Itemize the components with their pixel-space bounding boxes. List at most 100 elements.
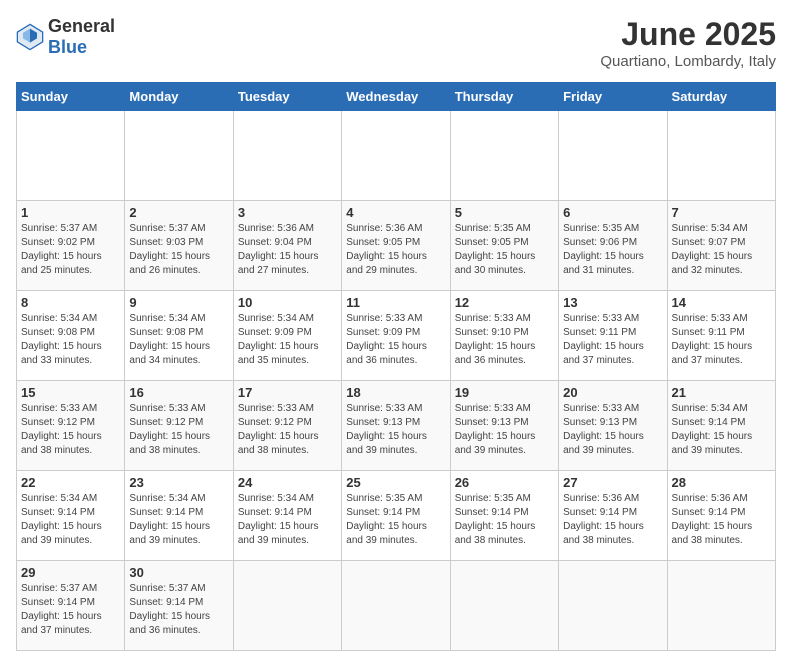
calendar-cell: 24Sunrise: 5:34 AMSunset: 9:14 PMDayligh… — [233, 471, 341, 561]
day-info: Sunrise: 5:33 AMSunset: 9:13 PMDaylight:… — [455, 402, 554, 458]
col-friday: Friday — [559, 83, 667, 111]
day-number: 18 — [346, 385, 445, 400]
calendar-cell — [450, 111, 558, 201]
day-number: 28 — [672, 475, 771, 490]
day-number: 22 — [21, 475, 120, 490]
day-info: Sunrise: 5:35 AMSunset: 9:14 PMDaylight:… — [346, 492, 445, 548]
calendar-cell: 23Sunrise: 5:34 AMSunset: 9:14 PMDayligh… — [125, 471, 233, 561]
day-number: 13 — [563, 295, 662, 310]
calendar-cell: 22 Sunrise: 5:34 AMSunset: 9:14 PMDayligh… — [17, 471, 125, 561]
day-info: Sunrise: 5:35 AMSunset: 9:05 PMDaylight:… — [455, 222, 554, 278]
day-info: Sunrise: 5:35 AMSunset: 9:14 PMDaylight:… — [455, 492, 554, 548]
calendar-cell — [233, 111, 341, 201]
logo: General Blue — [16, 16, 115, 58]
col-wednesday: Wednesday — [342, 83, 450, 111]
calendar-table: Sunday Monday Tuesday Wednesday Thursday… — [16, 82, 776, 651]
logo-blue: Blue — [48, 37, 87, 57]
day-info: Sunrise: 5:33 AMSunset: 9:13 PMDaylight:… — [346, 402, 445, 458]
logo-general: General — [48, 16, 115, 36]
col-tuesday: Tuesday — [233, 83, 341, 111]
calendar-cell — [559, 111, 667, 201]
day-info: Sunrise: 5:33 AMSunset: 9:10 PMDaylight:… — [455, 312, 554, 368]
calendar-cell: 17 Sunrise: 5:33 AMSunset: 9:12 PMDayligh… — [233, 381, 341, 471]
day-info: Sunrise: 5:36 AMSunset: 9:14 PMDaylight:… — [672, 492, 771, 548]
calendar-cell — [667, 561, 775, 651]
col-monday: Monday — [125, 83, 233, 111]
day-info: Sunrise: 5:36 AMSunset: 9:04 PMDaylight:… — [238, 222, 337, 278]
calendar-cell: 13 Sunrise: 5:33 AMSunset: 9:11 PMDayligh… — [559, 291, 667, 381]
day-number: 4 — [346, 205, 445, 220]
calendar-cell: 25Sunrise: 5:35 AMSunset: 9:14 PMDayligh… — [342, 471, 450, 561]
day-info: Sunrise: 5:34 AMSunset: 9:09 PMDaylight:… — [238, 312, 337, 368]
logo-text: General Blue — [48, 16, 115, 58]
calendar-cell: 5Sunrise: 5:35 AMSunset: 9:05 PMDaylight… — [450, 201, 558, 291]
calendar-cell: 15 Sunrise: 5:33 AMSunset: 9:12 PMDayligh… — [17, 381, 125, 471]
calendar-cell: 27 Sunrise: 5:36 AMSunset: 9:14 PMDayligh… — [559, 471, 667, 561]
calendar-header-row: Sunday Monday Tuesday Wednesday Thursday… — [17, 83, 776, 111]
calendar-cell: 16Sunrise: 5:33 AMSunset: 9:12 PMDayligh… — [125, 381, 233, 471]
day-number: 26 — [455, 475, 554, 490]
day-number: 24 — [238, 475, 337, 490]
day-info: Sunrise: 5:36 AMSunset: 9:14 PMDaylight:… — [563, 492, 662, 548]
day-info: Sunrise: 5:33 AMSunset: 9:11 PMDaylight:… — [563, 312, 662, 368]
calendar-title: June 2025 — [600, 16, 776, 53]
calendar-cell: 12 Sunrise: 5:33 AMSunset: 9:10 PMDayligh… — [450, 291, 558, 381]
calendar-week-4: 15 Sunrise: 5:33 AMSunset: 9:12 PMDayligh… — [17, 381, 776, 471]
calendar-cell: 30 Sunrise: 5:37 AMSunset: 9:14 PMDayligh… — [125, 561, 233, 651]
calendar-cell: 26 Sunrise: 5:35 AMSunset: 9:14 PMDayligh… — [450, 471, 558, 561]
calendar-cell — [450, 561, 558, 651]
day-number: 17 — [238, 385, 337, 400]
day-info: Sunrise: 5:35 AMSunset: 9:06 PMDaylight:… — [563, 222, 662, 278]
calendar-cell: 14Sunrise: 5:33 AMSunset: 9:11 PMDayligh… — [667, 291, 775, 381]
calendar-subtitle: Quartiano, Lombardy, Italy — [600, 53, 776, 70]
day-number: 3 — [238, 205, 337, 220]
calendar-cell: 3 Sunrise: 5:36 AMSunset: 9:04 PMDaylight… — [233, 201, 341, 291]
col-sunday: Sunday — [17, 83, 125, 111]
day-info: Sunrise: 5:37 AMSunset: 9:14 PMDaylight:… — [129, 582, 228, 638]
day-number: 9 — [129, 295, 228, 310]
calendar-cell: 10Sunrise: 5:34 AMSunset: 9:09 PMDayligh… — [233, 291, 341, 381]
calendar-week-5: 22 Sunrise: 5:34 AMSunset: 9:14 PMDayligh… — [17, 471, 776, 561]
day-number: 19 — [455, 385, 554, 400]
day-number: 27 — [563, 475, 662, 490]
day-info: Sunrise: 5:34 AMSunset: 9:14 PMDaylight:… — [21, 492, 120, 548]
calendar-cell: 2 Sunrise: 5:37 AMSunset: 9:03 PMDaylight… — [125, 201, 233, 291]
day-number: 12 — [455, 295, 554, 310]
day-info: Sunrise: 5:34 AMSunset: 9:08 PMDaylight:… — [129, 312, 228, 368]
calendar-cell: 29Sunrise: 5:37 AMSunset: 9:14 PMDayligh… — [17, 561, 125, 651]
calendar-week-1 — [17, 111, 776, 201]
day-number: 11 — [346, 295, 445, 310]
calendar-cell — [559, 561, 667, 651]
calendar-cell: 18 Sunrise: 5:33 AMSunset: 9:13 PMDayligh… — [342, 381, 450, 471]
day-info: Sunrise: 5:33 AMSunset: 9:12 PMDaylight:… — [129, 402, 228, 458]
day-number: 23 — [129, 475, 228, 490]
calendar-week-3: 8Sunrise: 5:34 AMSunset: 9:08 PMDaylight… — [17, 291, 776, 381]
day-info: Sunrise: 5:37 AMSunset: 9:14 PMDaylight:… — [21, 582, 120, 638]
calendar-cell — [17, 111, 125, 201]
calendar-cell: 9 Sunrise: 5:34 AMSunset: 9:08 PMDaylight… — [125, 291, 233, 381]
day-info: Sunrise: 5:37 AMSunset: 9:02 PMDaylight:… — [21, 222, 120, 278]
day-info: Sunrise: 5:34 AMSunset: 9:08 PMDaylight:… — [21, 312, 120, 368]
day-number: 30 — [129, 565, 228, 580]
day-info: Sunrise: 5:37 AMSunset: 9:03 PMDaylight:… — [129, 222, 228, 278]
calendar-cell: 28 Sunrise: 5:36 AMSunset: 9:14 PMDayligh… — [667, 471, 775, 561]
day-info: Sunrise: 5:36 AMSunset: 9:05 PMDaylight:… — [346, 222, 445, 278]
title-area: June 2025 Quartiano, Lombardy, Italy — [600, 16, 776, 70]
calendar-cell: 7Sunrise: 5:34 AMSunset: 9:07 PMDaylight… — [667, 201, 775, 291]
day-number: 6 — [563, 205, 662, 220]
calendar-week-6: 29Sunrise: 5:37 AMSunset: 9:14 PMDayligh… — [17, 561, 776, 651]
day-number: 2 — [129, 205, 228, 220]
calendar-cell: 21Sunrise: 5:34 AMSunset: 9:14 PMDayligh… — [667, 381, 775, 471]
calendar-cell: 20Sunrise: 5:33 AMSunset: 9:13 PMDayligh… — [559, 381, 667, 471]
calendar-cell — [342, 561, 450, 651]
day-info: Sunrise: 5:34 AMSunset: 9:07 PMDaylight:… — [672, 222, 771, 278]
calendar-cell: 4 Sunrise: 5:36 AMSunset: 9:05 PMDaylight… — [342, 201, 450, 291]
day-number: 1 — [21, 205, 120, 220]
day-info: Sunrise: 5:33 AMSunset: 9:13 PMDaylight:… — [563, 402, 662, 458]
day-info: Sunrise: 5:33 AMSunset: 9:12 PMDaylight:… — [21, 402, 120, 458]
day-info: Sunrise: 5:33 AMSunset: 9:12 PMDaylight:… — [238, 402, 337, 458]
col-saturday: Saturday — [667, 83, 775, 111]
col-thursday: Thursday — [450, 83, 558, 111]
logo-icon — [16, 23, 44, 51]
day-number: 15 — [21, 385, 120, 400]
